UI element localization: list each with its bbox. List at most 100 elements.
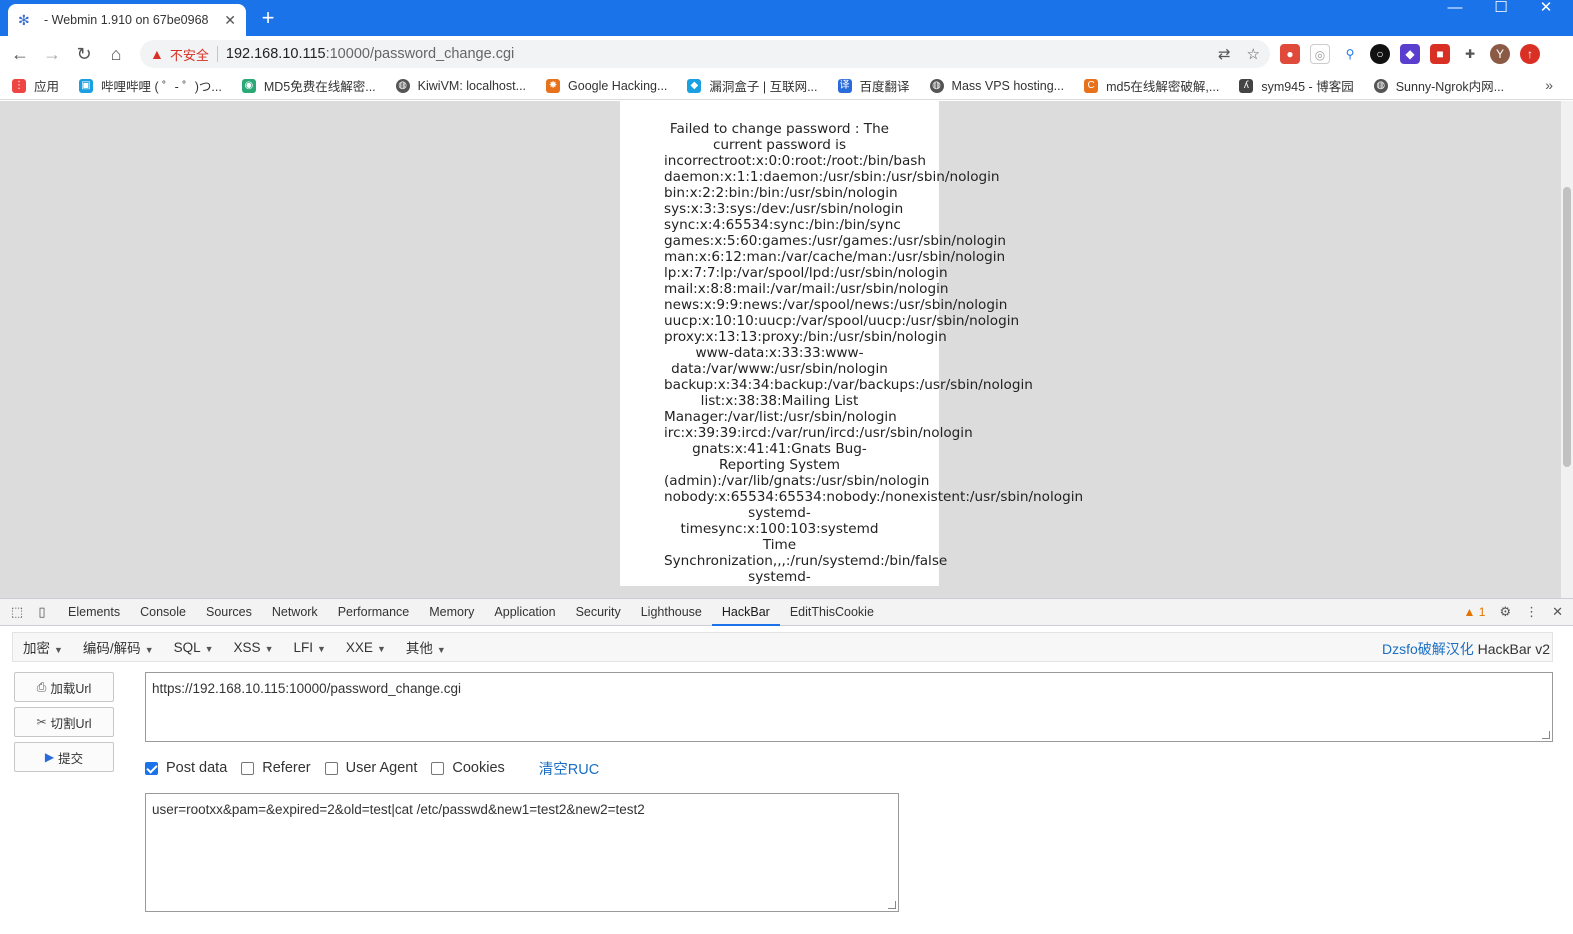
brand-link[interactable]: Dzsfo破解汉化 <box>1382 641 1474 657</box>
menu-sql[interactable]: SQL ▼ <box>164 640 224 655</box>
inspect-element-icon[interactable]: ⬚ <box>9 604 25 620</box>
more-options-icon[interactable]: ⋮ <box>1525 604 1538 620</box>
home-button[interactable]: ⌂ <box>104 42 128 66</box>
referer-checkbox[interactable] <box>241 761 255 775</box>
bookmark-star-icon[interactable]: ☆ <box>1247 45 1260 63</box>
bookmark-item[interactable]: ⋮ 应用 <box>12 76 59 95</box>
close-devtools-icon[interactable]: ✕ <box>1552 604 1563 620</box>
result-line: games:x:5:60:games:/usr/games:/usr/sbin/… <box>664 233 1007 249</box>
scissors-icon: ✂ <box>36 715 47 729</box>
bookmark-item[interactable]: ▣ 哔哩哔哩 ( ゜- ゜)つ... <box>79 76 222 95</box>
menu-lfi[interactable]: LFI ▼ <box>283 640 335 655</box>
avatar[interactable]: Y <box>1490 44 1510 64</box>
more-bookmarks-icon[interactable]: » <box>1545 77 1553 93</box>
result-line: Synchronization,,,:/run/systemd:/bin/fal… <box>664 553 948 569</box>
reload-button[interactable]: ↻ <box>72 42 96 66</box>
menu-xss[interactable]: XSS ▼ <box>224 640 284 655</box>
tab-security[interactable]: Security <box>566 599 631 626</box>
menu-encoding[interactable]: 编码/解码 ▼ <box>73 637 164 657</box>
close-window-button[interactable]: ✕ <box>1523 0 1569 30</box>
update-icon[interactable]: ↑ <box>1520 44 1540 64</box>
bookmark-item[interactable]: Cmd5在线解密破解,... <box>1084 76 1219 95</box>
result-line: bin:x:2:2:bin:/bin:/usr/sbin/nologin <box>664 185 898 201</box>
back-button[interactable]: ← <box>8 42 32 66</box>
resize-handle[interactable] <box>888 901 896 909</box>
resize-handle[interactable] <box>1542 731 1550 739</box>
forward-button[interactable]: → <box>40 42 64 66</box>
play-icon: ▶ <box>44 750 55 764</box>
globe-icon: ◍ <box>929 78 944 93</box>
split-url-button[interactable]: ✂ 切割Url <box>14 707 114 737</box>
result-line: gnats:x:41:41:Gnats Bug- <box>692 441 867 457</box>
menu-xxe[interactable]: XXE ▼ <box>336 640 396 655</box>
cookies-checkbox[interactable] <box>431 761 445 775</box>
hackbar-menubar: 加密 ▼ 编码/解码 ▼ SQL ▼ XSS ▼ LFI ▼ XXE ▼ 其他 ▼ Dzsfo… <box>12 632 1553 662</box>
bookmark-item[interactable]: ◍ Mass VPS hosting... <box>929 78 1064 93</box>
bookmarks-bar: ⋮ 应用 ▣ 哔哩哔哩 ( ゜- ゜)つ... ◉ MD5免费在线解密... ◍ Kiw… <box>0 72 1573 100</box>
bookmark-item[interactable]: ◍ KiwiVM: localhost... <box>395 78 526 93</box>
puzzle-icon[interactable]: ✚ <box>1460 44 1480 64</box>
browser-tab[interactable]: ✻ - Webmin 1.910 on 67be0968 ✕ <box>8 4 246 36</box>
globe-icon: ◍ <box>1373 78 1388 93</box>
tab-sources[interactable]: Sources <box>196 599 262 626</box>
bookmark-item[interactable]: ʎ sym945 - 博客园 <box>1239 76 1354 95</box>
maximize-button[interactable]: ☐ <box>1478 0 1524 30</box>
page-scrollbar[interactable] <box>1561 101 1573 598</box>
extension-icon[interactable]: ◎ <box>1310 44 1330 64</box>
result-line: www-data:x:33:33:www- <box>695 345 864 361</box>
tab-application[interactable]: Application <box>484 599 565 626</box>
device-toolbar-icon[interactable]: ▯ <box>34 604 50 620</box>
cmd5-icon: C <box>1084 78 1099 93</box>
address-bar[interactable]: ▲ 不安全 192.168.10.115:10000/password_chan… <box>140 40 1270 68</box>
not-secure-label[interactable]: 不安全 <box>170 45 209 64</box>
result-line: proxy:x:13:13:proxy:/bin:/usr/sbin/nolog… <box>664 329 947 345</box>
result-line: data:/var/www:/usr/sbin/nologin <box>671 361 888 377</box>
tab-hackbar[interactable]: HackBar <box>711 599 780 626</box>
tab-console[interactable]: Console <box>130 599 196 626</box>
bookmark-item[interactable]: ◍ Sunny-Ngrok内网... <box>1373 76 1504 95</box>
execute-button[interactable]: ▶ 提交 <box>14 742 114 772</box>
load-url-button[interactable]: ⎙ 加载Url <box>14 672 114 702</box>
post-data-textarea[interactable]: user=rootxx&pam=&expired=2&old=test|cat … <box>145 793 899 912</box>
password-change-result: Failed to change password : The current p… <box>620 121 1084 585</box>
extension-icon[interactable]: ● <box>1280 44 1300 64</box>
bookmark-item[interactable]: 译百度翻译 <box>837 76 910 95</box>
hackbar-extension-icon[interactable]: ◆ <box>1400 44 1420 64</box>
menu-encrypt[interactable]: 加密 ▼ <box>13 637 73 657</box>
result-line: current password is <box>712 137 847 153</box>
tab-memory[interactable]: Memory <box>419 599 484 626</box>
user-agent-label: User Agent <box>345 760 418 776</box>
extension-icon[interactable]: ○ <box>1370 44 1390 64</box>
tab-elements[interactable]: Elements <box>58 599 130 626</box>
tab-lighthouse[interactable]: Lighthouse <box>631 599 712 626</box>
post-data-checkbox[interactable] <box>145 761 158 775</box>
new-tab-button[interactable]: + <box>256 6 280 30</box>
scrollbar-thumb[interactable] <box>1563 187 1571 467</box>
warning-badge[interactable]: ▲ 1 <box>1464 605 1486 619</box>
tab-network[interactable]: Network <box>262 599 328 626</box>
translate-icon[interactable]: ⇄ <box>1218 45 1231 63</box>
tab-performance[interactable]: Performance <box>328 599 420 626</box>
result-line: irc:x:39:39:ircd:/var/run/ircd:/usr/sbin… <box>664 425 973 441</box>
user-agent-checkbox[interactable] <box>324 761 338 775</box>
cookies-label: Cookies <box>452 760 505 776</box>
md5-icon: ◉ <box>241 78 256 93</box>
menu-other[interactable]: 其他 ▼ <box>396 637 456 657</box>
minimize-button[interactable]: — <box>1432 0 1478 30</box>
settings-gear-icon[interactable]: ⚙ <box>1499 604 1511 620</box>
bookmark-item[interactable]: ◉ MD5免费在线解密... <box>241 76 376 95</box>
tab-title: - Webmin 1.910 on 67be0968 <box>44 13 209 27</box>
extension-icon[interactable]: ■ <box>1430 44 1450 64</box>
location-pin-icon[interactable]: ⚲ <box>1340 44 1360 64</box>
result-line: Failed to change password : The <box>669 121 890 137</box>
result-line: man:x:6:12:man:/var/cache/man:/usr/sbin/… <box>664 249 1006 265</box>
clear-ruc-link[interactable]: 清空RUC <box>539 758 599 779</box>
bookmark-item[interactable]: ✸ Google Hacking... <box>546 78 667 93</box>
tab-editthiscookie[interactable]: EditThisCookie <box>780 599 884 626</box>
url-text[interactable]: 192.168.10.115:10000/password_change.cgi <box>226 46 514 62</box>
bookmark-item[interactable]: ◆ 漏洞盒子 | 互联网... <box>687 76 818 95</box>
url-textarea[interactable]: https://192.168.10.115:10000/password_ch… <box>145 672 1553 742</box>
result-line: nobody:x:65534:65534:nobody:/nonexistent… <box>664 489 1084 505</box>
close-tab-icon[interactable]: ✕ <box>224 12 236 29</box>
result-line: Time <box>762 537 797 553</box>
